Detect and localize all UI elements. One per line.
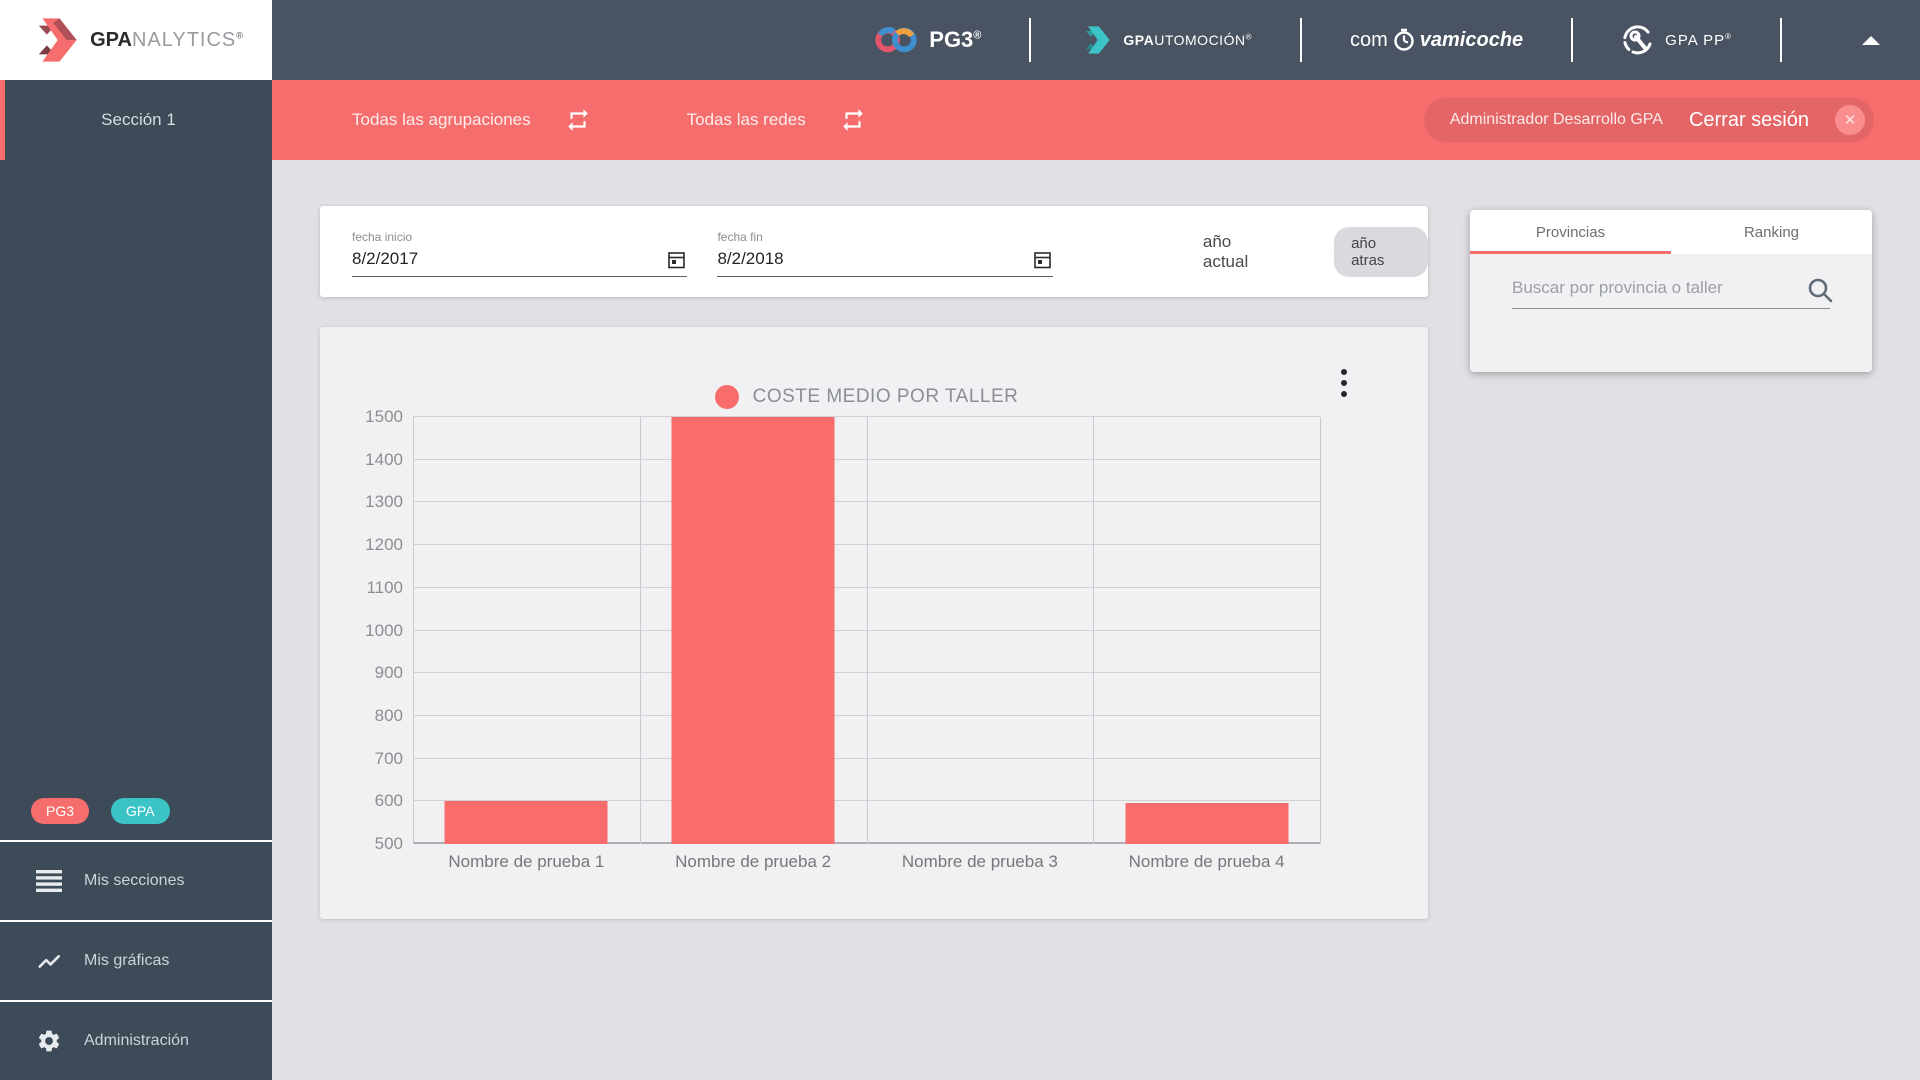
main-content: fecha inicio 8/2/2017 fecha fin 8/2/2018 [272, 160, 1920, 1080]
redes-select[interactable]: Todas las redes [687, 110, 806, 130]
sidebar-item-label: Mis gráficas [84, 952, 170, 969]
chart-menu-kebab-icon[interactable] [1334, 365, 1354, 401]
y-axis-tick: 1300 [365, 492, 403, 512]
gpa-badge[interactable]: GPA [111, 798, 170, 824]
logout-close-icon[interactable]: ✕ [1835, 105, 1865, 135]
gpaapp-logo[interactable]: GPA PP® [1621, 23, 1732, 57]
section-label: Sección 1 [101, 110, 176, 129]
gpaapp-label: GPA PP® [1665, 31, 1732, 49]
bar[interactable] [444, 801, 608, 844]
fecha-fin-field[interactable]: fecha fin 8/2/2018 [717, 226, 1053, 277]
pg3-infinity-icon [875, 27, 917, 53]
filter-toolbar: Todas las agrupaciones Todas las redes A… [272, 80, 1920, 160]
y-axis-tick: 700 [374, 748, 403, 768]
legend-dot-icon [714, 385, 739, 409]
provinces-panel: Provincias Ranking [1470, 210, 1872, 372]
gear-icon [36, 1028, 62, 1054]
x-axis-labels: Nombre de prueba 1 Nombre de prueba 2 Nomb… [413, 852, 1320, 876]
pg3-badge[interactable]: PG3 [31, 798, 90, 824]
fecha-inicio-value[interactable]: 8/2/2017 [352, 249, 418, 269]
column-separator [1093, 417, 1095, 844]
gpanalytics-logo: GPANALYTICS® [0, 0, 272, 80]
brand-text: GPANALYTICS® [90, 28, 244, 51]
comprovamicoche-label: com vamicoche [1349, 28, 1524, 51]
calendar-icon[interactable] [1034, 250, 1051, 269]
fecha-fin-value[interactable]: 8/2/2018 [717, 249, 783, 269]
header-divider [1299, 18, 1302, 62]
badge-row: PG3 GPA [0, 782, 272, 840]
user-session-pill: Administrador Desarrollo GPA Cerrar sesi… [1423, 98, 1874, 142]
fecha-inicio-field[interactable]: fecha inicio 8/2/2017 [352, 226, 688, 277]
sidebar-item-label: Mis secciones [84, 872, 185, 889]
panel-tabs: Provincias Ranking [1470, 210, 1872, 254]
y-axis-tick: 1100 [366, 577, 403, 597]
sidebar-item-seccion-1[interactable]: Sección 1 [0, 80, 272, 160]
bar-chart-plot: 500 600 700 800 900 1000 1100 1200 1300 1400 1500 [365, 407, 1321, 853]
y-axis-tick: 600 [374, 791, 403, 811]
date-filter-card: fecha inicio 8/2/2017 fecha fin 8/2/2018 [320, 206, 1428, 297]
app-root: GPANALYTICS® PG3® GPAUTOMOCIÓN® com vami… [0, 0, 1920, 1080]
chart-legend: COSTE MEDIO POR TALLER [413, 383, 1320, 411]
y-axis-tick: 1200 [365, 535, 403, 555]
x-axis-label: Nombre de prueba 3 [901, 852, 1058, 871]
gpa-arrow-icon [38, 18, 77, 62]
anio-atras-button[interactable]: año atras [1334, 226, 1428, 277]
panel-body [1470, 254, 1872, 372]
tab-ranking[interactable]: Ranking [1671, 210, 1872, 254]
y-axis-tick: 1500 [365, 407, 403, 426]
list-icon [36, 868, 62, 894]
app-header: GPANALYTICS® PG3® GPAUTOMOCIÓN® com vami… [0, 0, 1920, 80]
bar[interactable] [1125, 802, 1289, 844]
pg3-logo[interactable]: PG3® [873, 24, 981, 56]
header-divider [1780, 18, 1782, 62]
gpautomocion-logo[interactable]: GPAUTOMOCIÓN® [1079, 23, 1252, 57]
calendar-icon[interactable] [668, 250, 686, 269]
y-axis-tick: 1400 [365, 449, 403, 469]
gpautomocion-arrow-icon [1086, 26, 1111, 54]
user-name: Administrador Desarrollo GPA [1449, 111, 1663, 128]
y-axis-tick: 500 [374, 834, 403, 853]
fecha-inicio-label: fecha inicio [352, 230, 413, 244]
left-column: fecha inicio 8/2/2017 fecha fin 8/2/2018 [320, 206, 1428, 919]
swap-agrupaciones-icon[interactable] [565, 107, 591, 133]
header-partner-logos: PG3® GPAUTOMOCIÓN® com vamicoche GPA PP® [272, 0, 1920, 80]
agrupaciones-select[interactable]: Todas las agrupaciones [352, 110, 531, 130]
clock-icon [1394, 28, 1414, 51]
x-axis-label: Nombre de prueba 2 [675, 852, 832, 871]
tab-provincias[interactable]: Provincias [1470, 210, 1671, 254]
swap-redes-icon[interactable] [840, 107, 866, 133]
pg3-label: PG3® [929, 27, 982, 52]
chart-title: COSTE MEDIO POR TALLER [752, 386, 1019, 407]
y-axis-tick: 800 [374, 705, 403, 725]
logout-button[interactable]: Cerrar sesión [1689, 109, 1809, 132]
collapse-caret-icon[interactable] [1862, 35, 1880, 45]
anio-actual-button[interactable]: año actual [1203, 232, 1278, 272]
column-separator [866, 417, 868, 844]
chart-card: COSTE MEDIO POR TALLER 500 600 700 800 900 10… [320, 327, 1428, 919]
sidebar-item-label: Administración [84, 1032, 189, 1049]
sidebar-item-mis-secciones[interactable]: Mis secciones [0, 840, 272, 920]
header-divider [1029, 18, 1032, 62]
fecha-fin-label: fecha fin [717, 230, 763, 244]
x-axis-label: Nombre de prueba 4 [1128, 852, 1285, 871]
y-axis-tick: 900 [374, 663, 403, 683]
column-separator [413, 417, 414, 844]
search-input[interactable] [1512, 278, 1830, 298]
bar[interactable] [671, 417, 835, 844]
sidebar: Sección 1 PG3 GPA Mis secciones Mis gráf… [0, 80, 272, 1080]
x-axis-label: Nombre de prueba 1 [448, 852, 605, 871]
trending-icon [36, 948, 62, 974]
column-separator [639, 417, 641, 844]
comprovamicoche-logo[interactable]: com vamicoche [1350, 28, 1523, 52]
gpaapp-wrench-icon [1623, 25, 1652, 55]
gpautomocion-label: GPAUTOMOCIÓN® [1123, 32, 1252, 48]
header-divider [1571, 18, 1574, 62]
search-row [1512, 278, 1833, 309]
column-separator [1320, 417, 1321, 844]
y-axis-tick: 1000 [365, 620, 403, 640]
sidebar-bottom: PG3 GPA Mis secciones Mis gráficas Admin… [0, 782, 272, 1080]
sidebar-item-mis-graficas[interactable]: Mis gráficas [0, 920, 272, 1000]
search-icon[interactable] [1806, 276, 1834, 304]
sidebar-item-administracion[interactable]: Administración [0, 1000, 272, 1080]
